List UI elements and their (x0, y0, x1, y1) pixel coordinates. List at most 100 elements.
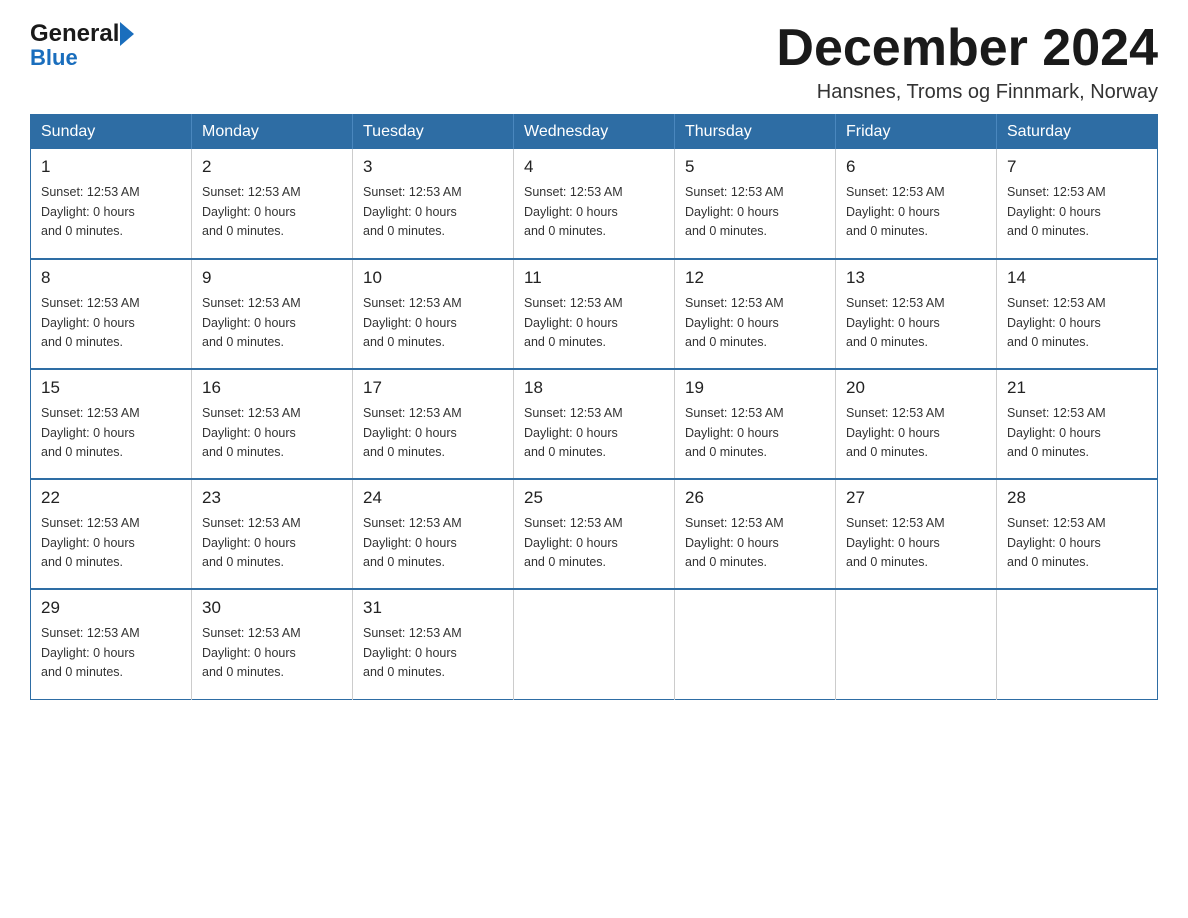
table-row: 3 Sunset: 12:53 AMDaylight: 0 hoursand 0 … (353, 149, 514, 259)
table-row: 6Sunset: 12:53 AMDaylight: 0 hoursand 0 … (836, 149, 997, 259)
day-number: 26 (685, 488, 825, 508)
logo-general-text: General (30, 20, 119, 48)
table-row: 14 Sunset: 12:53 AMDaylight: 0 hoursand 0… (997, 259, 1158, 369)
table-row: 25 Sunset: 12:53 AMDaylight: 0 hoursand 0… (514, 479, 675, 589)
table-row: 28 Sunset: 12:53 AMDaylight: 0 hoursand 0… (997, 479, 1158, 589)
day-info: Sunset: 12:53 AMDaylight: 0 hoursand 0 m… (524, 514, 664, 572)
day-number: 14 (1007, 268, 1147, 288)
day-info: Sunset: 12:53 AMDaylight: 0 hoursand 0 m… (1007, 514, 1147, 572)
calendar-week-row: 29 Sunset: 12:53 AMDaylight: 0 hoursand 0… (31, 589, 1158, 699)
day-info: Sunset: 12:53 AMDaylight: 0 hoursand 0 m… (202, 183, 342, 241)
day-number: 5 (685, 157, 825, 177)
day-number: 2 (202, 157, 342, 177)
col-monday: Monday (192, 115, 353, 150)
day-info: Sunset: 12:53 AMDaylight: 0 hoursand 0 m… (41, 624, 181, 682)
day-info: Sunset: 12:53 AMDaylight: 0 hoursand 0 m… (846, 294, 986, 352)
table-row: 4Sunset: 12:53 AMDaylight: 0 hoursand 0 … (514, 149, 675, 259)
day-number: 30 (202, 598, 342, 618)
day-number: 28 (1007, 488, 1147, 508)
day-number: 21 (1007, 378, 1147, 398)
day-info: Sunset: 12:53 AMDaylight: 0 hoursand 0 m… (846, 404, 986, 462)
day-info: Sunset: 12:53 AMDaylight: 0 hoursand 0 m… (524, 294, 664, 352)
table-row: 18Sunset: 12:53 AMDaylight: 0 hoursand 0… (514, 369, 675, 479)
day-info: Sunset: 12:53 AMDaylight: 0 hoursand 0 m… (363, 404, 503, 462)
day-info: Sunset: 12:53 AMDaylight: 0 hoursand 0 m… (41, 514, 181, 572)
table-row: 16 Sunset: 12:53 AMDaylight: 0 hoursand 0… (192, 369, 353, 479)
day-info: Sunset: 12:53 AMDaylight: 0 hoursand 0 m… (524, 183, 664, 241)
day-number: 10 (363, 268, 503, 288)
day-number: 8 (41, 268, 181, 288)
col-tuesday: Tuesday (353, 115, 514, 150)
col-wednesday: Wednesday (514, 115, 675, 150)
day-number: 27 (846, 488, 986, 508)
calendar-week-row: 8 Sunset: 12:53 AMDaylight: 0 hoursand 0 … (31, 259, 1158, 369)
day-info: Sunset: 12:53 AMDaylight: 0 hoursand 0 m… (202, 294, 342, 352)
table-row: 22 Sunset: 12:53 AMDaylight: 0 hoursand 0… (31, 479, 192, 589)
table-row: 8 Sunset: 12:53 AMDaylight: 0 hoursand 0 … (31, 259, 192, 369)
day-number: 22 (41, 488, 181, 508)
day-number: 16 (202, 378, 342, 398)
logo: General Blue (30, 20, 134, 71)
day-number: 25 (524, 488, 664, 508)
day-number: 12 (685, 268, 825, 288)
day-number: 17 (363, 378, 503, 398)
table-row: 10 Sunset: 12:53 AMDaylight: 0 hoursand 0… (353, 259, 514, 369)
page-header: General Blue December 2024 Hansnes, Trom… (30, 20, 1158, 104)
day-info: Sunset: 12:53 AMDaylight: 0 hoursand 0 m… (1007, 294, 1147, 352)
logo-blue-text: Blue (30, 45, 134, 71)
day-number: 3 (363, 157, 503, 177)
calendar-table: Sunday Monday Tuesday Wednesday Thursday… (30, 114, 1158, 700)
day-info: Sunset: 12:53 AMDaylight: 0 hoursand 0 m… (846, 514, 986, 572)
table-row: 13 Sunset: 12:53 AMDaylight: 0 hoursand 0… (836, 259, 997, 369)
day-number: 29 (41, 598, 181, 618)
calendar-week-row: 1 Sunset: 12:53 AMDaylight: 0 hoursand 0 … (31, 149, 1158, 259)
day-info: Sunset: 12:53 AMDaylight: 0 hoursand 0 m… (41, 404, 181, 462)
col-saturday: Saturday (997, 115, 1158, 150)
table-row: 29 Sunset: 12:53 AMDaylight: 0 hoursand 0… (31, 589, 192, 699)
day-info: Sunset: 12:53 AMDaylight: 0 hoursand 0 m… (202, 514, 342, 572)
title-section: December 2024 Hansnes, Troms og Finnmark… (776, 20, 1158, 104)
calendar-header-row: Sunday Monday Tuesday Wednesday Thursday… (31, 115, 1158, 150)
location-text: Hansnes, Troms og Finnmark, Norway (776, 81, 1158, 104)
day-info: Sunset: 12:53 AMDaylight: 0 hoursand 0 m… (685, 514, 825, 572)
day-info: Sunset: 12:53 AMDaylight: 0 hoursand 0 m… (202, 404, 342, 462)
day-info: Sunset: 12:53 AMDaylight: 0 hoursand 0 m… (685, 404, 825, 462)
day-number: 18 (524, 378, 664, 398)
table-row: 2 Sunset: 12:53 AMDaylight: 0 hoursand 0 … (192, 149, 353, 259)
table-row: 15Sunset: 12:53 AMDaylight: 0 hoursand 0… (31, 369, 192, 479)
table-row: 30 Sunset: 12:53 AMDaylight: 0 hoursand 0… (192, 589, 353, 699)
table-row: 21 Sunset: 12:53 AMDaylight: 0 hoursand 0… (997, 369, 1158, 479)
col-thursday: Thursday (675, 115, 836, 150)
day-info: Sunset: 12:53 AMDaylight: 0 hoursand 0 m… (685, 183, 825, 241)
day-number: 1 (41, 157, 181, 177)
day-info: Sunset: 12:53 AMDaylight: 0 hoursand 0 m… (1007, 183, 1147, 241)
day-info: Sunset: 12:53 AMDaylight: 0 hoursand 0 m… (202, 624, 342, 682)
table-row: 23Sunset: 12:53 AMDaylight: 0 hoursand 0… (192, 479, 353, 589)
table-row: 12Sunset: 12:53 AMDaylight: 0 hoursand 0… (675, 259, 836, 369)
day-number: 7 (1007, 157, 1147, 177)
month-title: December 2024 (776, 20, 1158, 77)
table-row: 7 Sunset: 12:53 AMDaylight: 0 hoursand 0 … (997, 149, 1158, 259)
table-row: 20 Sunset: 12:53 AMDaylight: 0 hoursand 0… (836, 369, 997, 479)
table-row: 31Sunset: 12:53 AMDaylight: 0 hoursand 0… (353, 589, 514, 699)
calendar-week-row: 15Sunset: 12:53 AMDaylight: 0 hoursand 0… (31, 369, 1158, 479)
day-number: 9 (202, 268, 342, 288)
day-info: Sunset: 12:53 AMDaylight: 0 hoursand 0 m… (41, 294, 181, 352)
day-number: 24 (363, 488, 503, 508)
table-row: 1Sunset: 12:53 AMDaylight: 0 hoursand 0 … (31, 149, 192, 259)
table-row: 19Sunset: 12:53 AMDaylight: 0 hoursand 0… (675, 369, 836, 479)
day-number: 20 (846, 378, 986, 398)
table-row: 5 Sunset: 12:53 AMDaylight: 0 hoursand 0 … (675, 149, 836, 259)
day-info: Sunset: 12:53 AMDaylight: 0 hoursand 0 m… (363, 294, 503, 352)
table-row: 27 Sunset: 12:53 AMDaylight: 0 hoursand 0… (836, 479, 997, 589)
table-row: 11 Sunset: 12:53 AMDaylight: 0 hoursand 0… (514, 259, 675, 369)
day-number: 13 (846, 268, 986, 288)
calendar-week-row: 22 Sunset: 12:53 AMDaylight: 0 hoursand 0… (31, 479, 1158, 589)
table-row (675, 589, 836, 699)
day-number: 31 (363, 598, 503, 618)
table-row (514, 589, 675, 699)
day-info: Sunset: 12:53 AMDaylight: 0 hoursand 0 m… (363, 183, 503, 241)
logo-triangle-icon (120, 22, 134, 46)
day-number: 11 (524, 268, 664, 288)
day-info: Sunset: 12:53 AMDaylight: 0 hoursand 0 m… (1007, 404, 1147, 462)
